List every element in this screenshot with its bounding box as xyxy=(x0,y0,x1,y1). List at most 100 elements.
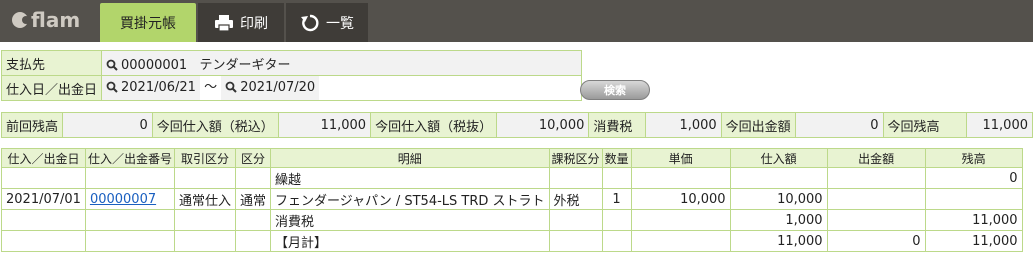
cell-slip-no xyxy=(84,167,175,189)
cell-date xyxy=(1,209,86,231)
table-row: 【月計】 11,000 0 11,000 xyxy=(1,230,1023,252)
cell-balance: 11,000 xyxy=(924,209,1023,231)
cell-price xyxy=(630,167,731,189)
purchase-excl-value: 10,000 xyxy=(496,112,590,138)
cell-date xyxy=(1,167,86,189)
ledger-table: 仕入／出金日 仕入／出金番号 取引区分 区分 明細 課税区分 数量 単価 仕入額… xyxy=(1,148,1023,252)
supplier-label: 支払先 xyxy=(0,50,103,76)
range-separator: 〜 xyxy=(204,80,218,95)
cell-purchase: 10,000 xyxy=(729,188,828,210)
cell-payment xyxy=(826,209,926,231)
search-button[interactable]: 検索 xyxy=(580,80,650,100)
prev-balance-label: 前回残高 xyxy=(0,112,64,138)
cell-type: 通常仕入 xyxy=(173,188,236,210)
col-date: 仕入／出金日 xyxy=(1,148,86,168)
cell-balance: 0 xyxy=(924,167,1023,189)
cell-kbn xyxy=(234,230,271,252)
cell-date xyxy=(1,230,86,252)
cell-purchase: 1,000 xyxy=(729,209,828,231)
cell-kbn xyxy=(234,167,271,189)
ledger-header-row: 仕入／出金日 仕入／出金番号 取引区分 区分 明細 課税区分 数量 単価 仕入額… xyxy=(1,148,1023,168)
date-to-field[interactable]: 2021/07/20 xyxy=(221,76,320,100)
tab-print-label: 印刷 xyxy=(240,15,268,32)
slip-number-link[interactable]: 00000007 xyxy=(90,192,156,207)
col-purchase: 仕入額 xyxy=(729,148,828,168)
table-row: 繰越 0 xyxy=(1,167,1023,189)
cell-slip-no: 00000007 xyxy=(84,188,175,210)
cell-tax: 外税 xyxy=(548,188,603,210)
cell-desc: 消費税 xyxy=(269,209,550,231)
date-range: 2021/06/21 〜 2021/07/20 xyxy=(101,75,583,101)
cell-tax xyxy=(548,209,603,231)
cell-desc: 繰越 xyxy=(269,167,550,189)
supplier-field[interactable]: 00000001 テンダーギター xyxy=(101,50,583,76)
col-description: 明細 xyxy=(269,148,550,168)
tab-list[interactable]: 一覧 xyxy=(286,3,368,42)
table-row: 消費税 1,000 11,000 xyxy=(1,209,1023,231)
balance-label: 今回残高 xyxy=(882,112,967,138)
back-arrow-icon xyxy=(301,14,319,31)
tab-ledger-label: 買掛元帳 xyxy=(120,15,176,32)
cell-tax xyxy=(548,230,603,252)
col-unit-price: 単価 xyxy=(630,148,731,168)
cell-type xyxy=(173,230,236,252)
col-balance: 残高 xyxy=(924,148,1023,168)
cell-price: 10,000 xyxy=(630,188,731,210)
cell-kbn: 通常 xyxy=(234,188,271,210)
cell-qty xyxy=(601,167,632,189)
date-from: 2021/06/21 xyxy=(121,80,196,95)
col-quantity: 数量 xyxy=(601,148,632,168)
logo-text: flam xyxy=(31,8,81,32)
cell-desc: 【月計】 xyxy=(269,230,550,252)
tax-label: 消費税 xyxy=(588,112,646,138)
prev-balance-value: 0 xyxy=(62,112,153,138)
col-slip-no: 仕入／出金番号 xyxy=(84,148,175,168)
printer-icon xyxy=(215,14,233,32)
purchase-incl-value: 11,000 xyxy=(277,112,372,138)
cell-qty: 1 xyxy=(601,188,632,210)
supplier-code: 00000001 xyxy=(121,57,188,73)
cell-tax xyxy=(548,167,603,189)
cell-payment: 0 xyxy=(826,230,926,252)
tax-value: 1,000 xyxy=(644,112,722,138)
search-icon[interactable] xyxy=(225,81,237,93)
date-label: 仕入日／出金日 xyxy=(0,75,103,101)
supplier-name: テンダーギター xyxy=(199,57,291,73)
cell-balance: 11,000 xyxy=(924,230,1023,252)
balance-value: 11,000 xyxy=(965,112,1033,138)
search-form: 支払先 00000001 テンダーギター 仕入日／出金日 2021/06/21 … xyxy=(0,50,583,101)
logo-mark-icon xyxy=(12,12,30,28)
col-payment: 出金額 xyxy=(826,148,926,168)
cell-purchase: 11,000 xyxy=(729,230,828,252)
cell-price xyxy=(630,230,731,252)
tab-list-label: 一覧 xyxy=(326,15,354,32)
cell-price xyxy=(630,209,731,231)
cell-type xyxy=(173,209,236,231)
col-category: 区分 xyxy=(234,148,271,168)
payment-label: 今回出金額 xyxy=(720,112,796,138)
cell-kbn xyxy=(234,209,271,231)
col-tax-type: 課税区分 xyxy=(548,148,603,168)
summary-table: 前回残高 0 今回仕入額（税込） 11,000 今回仕入額（税抜） 10,000… xyxy=(0,112,1033,138)
cell-qty xyxy=(601,230,632,252)
tab-print[interactable]: 印刷 xyxy=(198,3,284,42)
date-from-field[interactable]: 2021/06/21 xyxy=(102,76,200,100)
table-row: 2021/07/01 00000007 通常仕入 通常 フェンダージャパン / … xyxy=(1,188,1023,210)
col-transaction-type: 取引区分 xyxy=(173,148,236,168)
search-icon[interactable] xyxy=(106,59,118,71)
cell-purchase xyxy=(729,167,828,189)
cell-balance xyxy=(924,188,1023,210)
payment-value: 0 xyxy=(794,112,884,138)
top-bar: flam 買掛元帳 印刷 一覧 xyxy=(0,0,1033,42)
purchase-excl-label: 今回仕入額（税抜） xyxy=(370,112,498,138)
cell-payment xyxy=(826,188,926,210)
cell-slip-no xyxy=(84,209,175,231)
tab-ledger[interactable]: 買掛元帳 xyxy=(100,3,196,42)
cell-type xyxy=(173,167,236,189)
cell-payment xyxy=(826,167,926,189)
date-to: 2021/07/20 xyxy=(240,80,316,95)
flam-logo[interactable]: flam xyxy=(12,8,80,32)
cell-slip-no xyxy=(84,230,175,252)
purchase-incl-label: 今回仕入額（税込） xyxy=(151,112,279,138)
search-icon[interactable] xyxy=(106,81,118,93)
